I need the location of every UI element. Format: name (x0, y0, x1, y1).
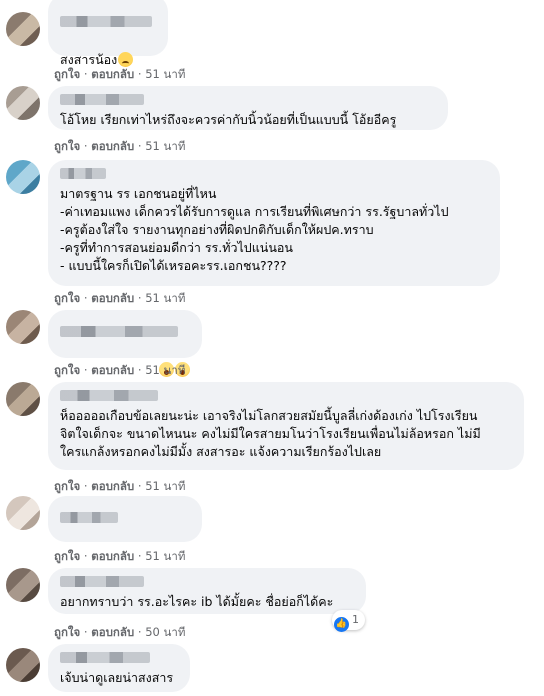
comment-bubble: สงสารน้อง (48, 0, 168, 67)
reply-link[interactable]: ตอบกลับ (91, 363, 134, 377)
commenter-name[interactable] (60, 326, 178, 337)
thumbs-up-icon: 👍 (334, 617, 349, 632)
like-link[interactable]: ถูกใจ (54, 625, 80, 639)
commenter-name[interactable] (60, 576, 144, 587)
commenter-name[interactable] (60, 512, 118, 523)
comment-bubble: มาตรฐาน รร เอกชนอยู่ที่ไหน -ค่าเทอมแพง เ… (48, 160, 500, 286)
avatar[interactable] (6, 86, 40, 120)
timestamp[interactable]: 51 นาที (145, 363, 185, 377)
avatar[interactable] (6, 310, 40, 344)
commenter-name[interactable] (60, 94, 144, 105)
comment-actions: ถูกใจ · ตอบกลับ · 51 นาที (54, 549, 186, 563)
like-link[interactable]: ถูกใจ (54, 67, 80, 81)
sad-face-icon (118, 52, 134, 67)
comment-actions: ถูกใจ · ตอบกลับ · 51 นาที (54, 67, 186, 81)
reply-link[interactable]: ตอบกลับ (91, 67, 134, 81)
commenter-name[interactable] (60, 390, 158, 401)
timestamp[interactable]: 51 นาที (145, 479, 185, 493)
timestamp[interactable]: 51 นาที (145, 67, 185, 81)
comment-text: เจ้บน่าดูเลยน่าสงสาร (60, 670, 174, 685)
comment-bubble: อยากทราบว่า รร.อะไรคะ ib ได้มั้ยคะ ชื่อย… (48, 568, 366, 614)
reply-link[interactable]: ตอบกลับ (91, 291, 134, 305)
comment-actions: ถูกใจ · ตอบกลับ · 51 นาที (54, 139, 186, 153)
comment-text: ห็อออออเกือบข้อเลยนะน่ะ เอาจริงไม่โลกสวย… (60, 408, 481, 459)
like-link[interactable]: ถูกใจ (54, 291, 80, 305)
comment-text: สงสารน้อง (60, 52, 118, 67)
commenter-name[interactable] (60, 168, 106, 179)
timestamp[interactable]: 51 นาที (145, 291, 185, 305)
comment-text: โอ้โหย เรียกเท่าไหร่ถึงจะควรค่ากับนิ้วน้… (60, 112, 397, 127)
avatar[interactable] (6, 496, 40, 530)
avatar[interactable] (6, 648, 40, 682)
timestamp[interactable]: 51 นาที (145, 139, 185, 153)
reply-link[interactable]: ตอบกลับ (91, 625, 134, 639)
comment-actions: ถูกใจ · ตอบกลับ · 51 นาที (54, 363, 186, 377)
comment-bubble: โอ้โหย เรียกเท่าไหร่ถึงจะควรค่ากับนิ้วน้… (48, 86, 448, 130)
timestamp[interactable]: 51 นาที (145, 549, 185, 563)
timestamp[interactable]: 50 นาที (145, 625, 185, 639)
reply-link[interactable]: ตอบกลับ (91, 139, 134, 153)
comment-actions: ถูกใจ · ตอบกลับ · 51 นาที (54, 291, 186, 305)
commenter-name[interactable] (60, 652, 150, 663)
comment-bubble (48, 310, 202, 377)
like-link[interactable]: ถูกใจ (54, 139, 80, 153)
comment-feed: สงสารน้อง ถูกใจ · ตอบกลับ · 51 นาที โอ้โ… (0, 0, 544, 696)
like-link[interactable]: ถูกใจ (54, 549, 80, 563)
commenter-name[interactable] (60, 16, 152, 27)
comment-actions: ถูกใจ · ตอบกลับ · 51 นาที (54, 479, 186, 493)
avatar[interactable] (6, 382, 40, 416)
reply-link[interactable]: ตอบกลับ (91, 549, 134, 563)
comment-bubble (48, 496, 202, 542)
comment-text: มาตรฐาน รร เอกชนอยู่ที่ไหน -ค่าเทอมแพง เ… (60, 186, 449, 273)
comment-bubble: เจ้บน่าดูเลยน่าสงสาร (48, 644, 190, 692)
reply-link[interactable]: ตอบกลับ (91, 479, 134, 493)
comment-bubble: ห็อออออเกือบข้อเลยนะน่ะ เอาจริงไม่โลกสวย… (48, 382, 524, 470)
reaction-count[interactable]: 👍 1 (332, 610, 365, 632)
like-link[interactable]: ถูกใจ (54, 479, 80, 493)
comment-text: อยากทราบว่า รร.อะไรคะ ib ได้มั้ยคะ ชื่อย… (60, 594, 334, 609)
avatar[interactable] (6, 12, 40, 46)
comment-actions: ถูกใจ · ตอบกลับ · 50 นาที (54, 625, 186, 639)
like-link[interactable]: ถูกใจ (54, 363, 80, 377)
avatar[interactable] (6, 568, 40, 602)
avatar[interactable] (6, 160, 40, 194)
